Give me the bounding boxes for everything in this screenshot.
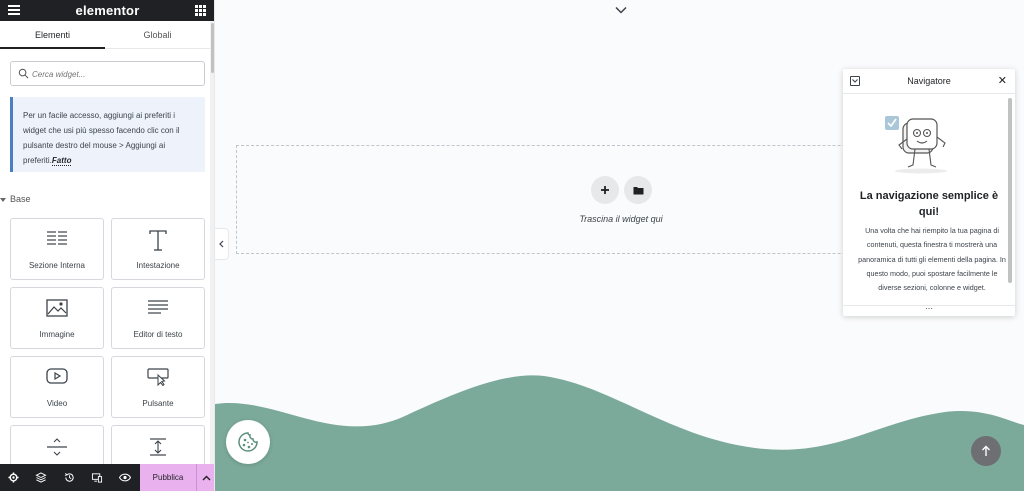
panel-tabs: Elementi Globali (0, 21, 210, 49)
tip-done-link[interactable]: Fatto (51, 156, 72, 166)
settings-icon (7, 472, 19, 483)
panel-footer: Pubblica (0, 464, 214, 491)
button-icon (147, 368, 169, 386)
navigator-header[interactable]: Navigatore ✕ (843, 69, 1015, 94)
text-editor-icon (148, 300, 168, 314)
navigator-button[interactable] (29, 464, 53, 491)
widget-button[interactable]: Pulsante (111, 356, 205, 418)
spacer-icon (150, 438, 166, 456)
folder-icon (633, 186, 643, 194)
publish-options-button[interactable] (196, 464, 214, 491)
navigator-layers-icon (35, 472, 47, 483)
search-input[interactable] (32, 66, 200, 82)
video-icon (46, 368, 68, 384)
image-icon (46, 299, 68, 317)
navigator-description: Una volta che hai riempito la tua pagina… (858, 226, 1006, 293)
category-label: Base (10, 194, 31, 204)
search-field (10, 61, 205, 86)
widget-image[interactable]: Immagine (10, 287, 104, 349)
elementor-panel: elementor Elementi Globali Per un facile… (0, 0, 215, 491)
navigator-illustration (885, 116, 947, 174)
tip-text: Per un facile accesso, aggiungi ai prefe… (23, 111, 180, 165)
publish-button[interactable]: Pubblica (140, 464, 196, 491)
add-section-button[interactable] (591, 176, 619, 204)
cookie-icon (238, 432, 258, 452)
favorites-tip: Per un facile accesso, aggiungi ai prefe… (10, 97, 205, 172)
widget-label: Sezione Interna (28, 261, 86, 270)
history-button[interactable] (57, 464, 81, 491)
navigator-heading: La navigazione semplice è qui! (859, 190, 999, 218)
widget-text-editor[interactable]: Editor di testo (111, 287, 205, 349)
tab-elementi[interactable]: Elementi (0, 21, 105, 49)
scroll-to-top-button[interactable] (971, 436, 1001, 466)
collapse-panel-button[interactable] (215, 228, 229, 260)
widget-label: Immagine (39, 330, 75, 339)
divider-icon (47, 438, 67, 456)
navigator-title: Navigatore (907, 76, 951, 86)
chevron-down-icon[interactable] (615, 6, 627, 14)
search-icon (18, 68, 29, 79)
widget-label: Editor di testo (133, 330, 183, 339)
widget-inner-section[interactable]: Sezione Interna (10, 218, 104, 280)
panel-header: elementor (0, 0, 214, 21)
chevron-left-icon (219, 240, 224, 248)
tab-globali[interactable]: Globali (105, 21, 210, 49)
preview-button[interactable] (113, 464, 137, 491)
close-icon[interactable]: ✕ (998, 75, 1007, 87)
widget-label: Pulsante (142, 399, 174, 408)
widget-label: Intestazione (136, 261, 180, 270)
navigator-scrollbar[interactable] (1008, 98, 1012, 283)
inner-section-icon (47, 231, 67, 245)
widget-video[interactable]: Video (10, 356, 104, 418)
wave-shape-divider (215, 375, 1024, 491)
add-template-button[interactable] (624, 176, 652, 204)
heading-icon (149, 230, 167, 251)
history-icon (64, 473, 74, 482)
widget-heading[interactable]: Intestazione (111, 218, 205, 280)
arrow-up-icon (982, 445, 990, 456)
widget-label: Video (46, 399, 68, 408)
settings-button[interactable] (1, 464, 25, 491)
cookie-settings-button[interactable] (226, 420, 270, 464)
navigator-resize-handle[interactable]: ⋯ (843, 305, 1015, 316)
preview-eye-icon (119, 473, 131, 482)
caret-down-icon (0, 198, 6, 202)
chevron-up-icon (202, 475, 210, 480)
widgets-grid-icon[interactable] (195, 5, 206, 16)
plus-icon (601, 186, 609, 194)
elementor-logo: elementor (75, 3, 140, 18)
navigator-panel: Navigatore ✕ La navigazione semplice è q… (843, 69, 1015, 316)
responsive-mode-icon (91, 473, 103, 483)
responsive-mode-button[interactable] (85, 464, 109, 491)
